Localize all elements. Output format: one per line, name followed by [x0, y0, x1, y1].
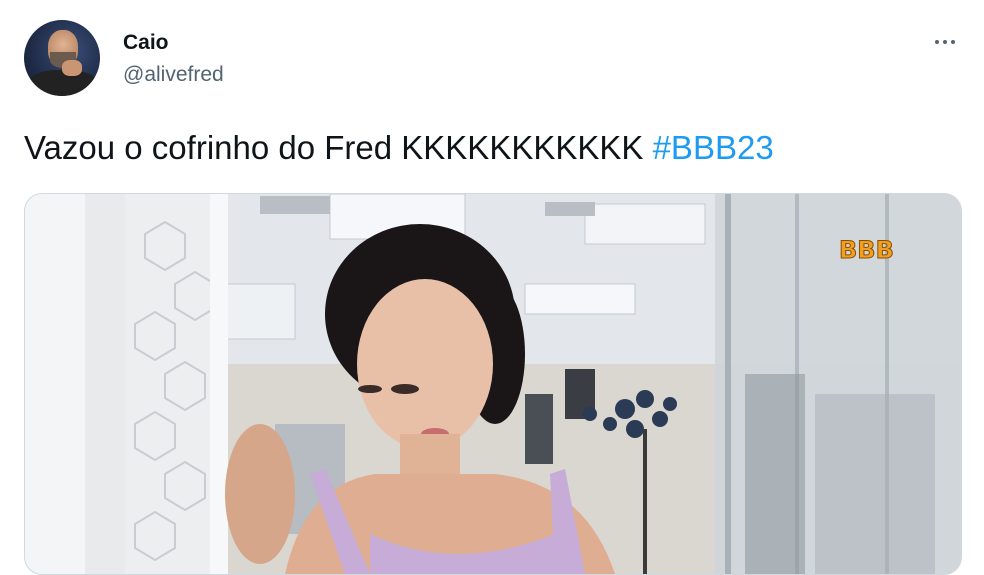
- more-options-icon[interactable]: [930, 30, 960, 54]
- author-name[interactable]: Caio: [123, 31, 169, 55]
- tweet-body: Vazou o cofrinho do Fred KKKKKKKKKKK: [24, 129, 644, 166]
- tweet-text: Vazou o cofrinho do Fred KKKKKKKKKKK #BB…: [24, 129, 774, 167]
- media-scene: BBB: [25, 194, 961, 574]
- bbb-watermark: BBB: [839, 236, 894, 264]
- tweet-media-image[interactable]: BBB: [24, 193, 962, 575]
- hashtag-link[interactable]: #BBB23: [653, 129, 774, 166]
- tweet-avatar[interactable]: [24, 20, 100, 96]
- author-handle[interactable]: @alivefred: [123, 63, 224, 87]
